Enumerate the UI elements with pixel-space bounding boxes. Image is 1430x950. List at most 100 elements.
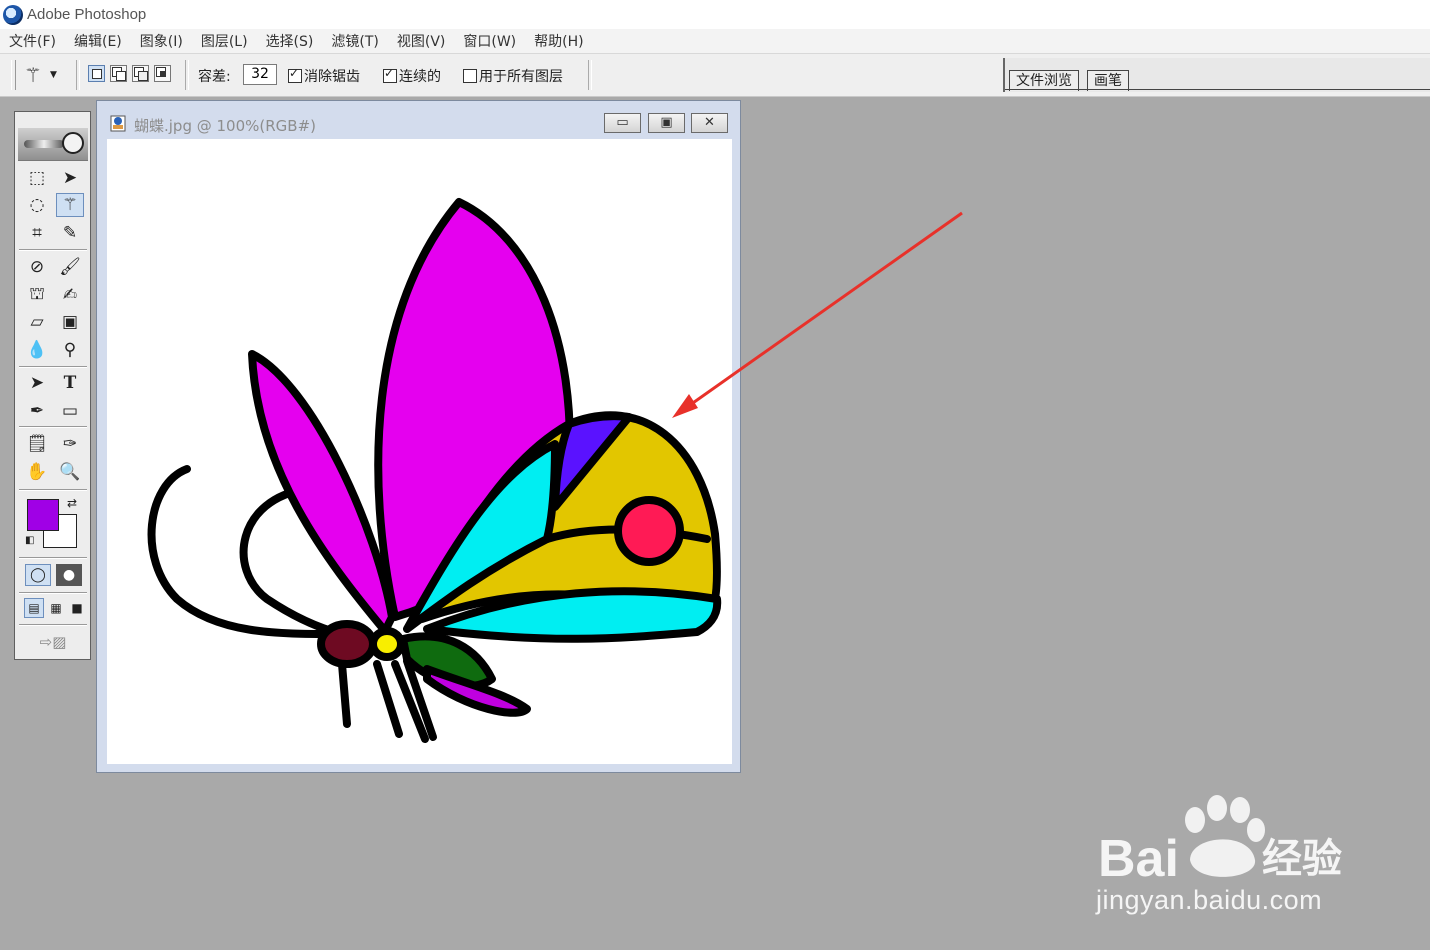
- new-selection-button[interactable]: [88, 65, 105, 82]
- toolbox-separator: [19, 366, 87, 368]
- toolbox-separator: [19, 426, 87, 428]
- close-button[interactable]: ✕: [691, 113, 728, 133]
- lasso-tool[interactable]: ◌: [23, 193, 51, 217]
- type-tool[interactable]: T: [56, 371, 84, 395]
- subtract-from-selection-button[interactable]: [132, 65, 149, 82]
- toolbox-separator: [19, 624, 87, 626]
- document-title-bar[interactable]: 蝴蝶.jpg @ 100%(RGB#) ▭ ▣ ✕: [97, 101, 740, 139]
- history-brush-icon: ✍: [62, 285, 78, 305]
- jump-to-imageready-button[interactable]: ⇨▨: [25, 630, 81, 654]
- menu-select[interactable]: 选择(S): [266, 31, 314, 51]
- document-window: 蝴蝶.jpg @ 100%(RGB#) ▭ ▣ ✕: [96, 100, 741, 773]
- notes-icon: 🗒: [26, 434, 48, 454]
- swap-colors-icon[interactable]: ⇄: [67, 496, 77, 510]
- gradient-icon: ▣: [61, 312, 79, 332]
- blur-tool[interactable]: 💧: [23, 338, 51, 362]
- menu-image[interactable]: 图象(I): [140, 31, 183, 51]
- tab-brushes[interactable]: 画笔: [1087, 70, 1129, 91]
- rectangle-shape-tool[interactable]: ▭: [56, 399, 84, 423]
- bandage-icon: ⊘: [29, 257, 45, 277]
- default-colors-icon[interactable]: ◧: [25, 535, 34, 546]
- palette-well-divider: [1005, 89, 1430, 90]
- brush-tool[interactable]: 🖌: [56, 255, 84, 279]
- toolbox-separator: [19, 557, 87, 559]
- clone-stamp-tool[interactable]: ⛫: [23, 283, 51, 307]
- rectangular-marquee-tool[interactable]: ⬚: [23, 166, 51, 190]
- tolerance-label: 容差:: [198, 69, 231, 85]
- menu-window[interactable]: 窗口(W): [463, 31, 516, 51]
- toolbox-separator: [19, 249, 87, 251]
- watermark-url: jingyan.baidu.com: [1096, 885, 1323, 915]
- tolerance-input[interactable]: [243, 64, 277, 85]
- path-selection-tool[interactable]: ➤: [23, 371, 51, 395]
- hand-tool[interactable]: ✋: [23, 460, 51, 484]
- dodge-tool[interactable]: ⚲: [56, 338, 84, 362]
- move-icon: ➤: [62, 168, 78, 188]
- toolbox-separator: [19, 592, 87, 594]
- options-bar-grip[interactable]: [11, 60, 16, 90]
- water-drop-icon: 💧: [26, 340, 48, 360]
- checkbox-unchecked-icon: [463, 69, 477, 83]
- intersect-selection-button[interactable]: [154, 65, 171, 82]
- full-screen-mode-button[interactable]: ■: [67, 598, 87, 618]
- brush-icon: 🖌: [59, 257, 81, 277]
- baidu-logo-text-jingyan: 经验: [1262, 836, 1342, 882]
- menu-file[interactable]: 文件(F): [9, 31, 56, 51]
- crop-tool[interactable]: ⌗: [23, 221, 51, 245]
- slice-tool[interactable]: ✎: [56, 221, 84, 245]
- eyedropper-tool[interactable]: ✑: [56, 432, 84, 456]
- foreground-color-swatch[interactable]: [27, 499, 59, 531]
- history-brush-tool[interactable]: ✍: [56, 283, 84, 307]
- add-to-selection-button[interactable]: [110, 65, 127, 82]
- baidu-paw-logo-icon: [1185, 795, 1265, 877]
- app-title: Adobe Photoshop: [27, 6, 147, 23]
- anti-alias-checkbox[interactable]: 消除锯齿: [288, 66, 360, 86]
- menu-edit[interactable]: 编辑(E): [74, 31, 122, 51]
- eraser-tool[interactable]: ▱: [23, 310, 51, 334]
- checkbox-checked-icon: [288, 66, 302, 83]
- magic-wand-tool[interactable]: ⚚: [56, 193, 84, 217]
- tool-preset-picker[interactable]: ⚚ ▼: [24, 62, 68, 88]
- close-icon: ✕: [704, 115, 715, 130]
- app-title-bar: Adobe Photoshop: [0, 0, 1430, 29]
- tab-file-browser[interactable]: 文件浏览: [1009, 70, 1079, 91]
- menu-layer[interactable]: 图层(L): [201, 31, 248, 51]
- menu-help[interactable]: 帮助(H): [534, 31, 583, 51]
- contiguous-checkbox[interactable]: 连续的: [383, 66, 441, 86]
- magic-wand-icon: ⚚: [24, 63, 42, 87]
- move-tool[interactable]: ➤: [56, 166, 84, 190]
- eraser-icon: ▱: [30, 312, 44, 332]
- document-title: 蝴蝶.jpg @ 100%(RGB#): [134, 117, 317, 135]
- standard-mode-icon: ◯: [30, 567, 46, 583]
- rectangle-icon: ▭: [61, 401, 79, 421]
- baidu-logo-text-bai: Bai: [1098, 830, 1179, 888]
- full-screen-menu-mode-button[interactable]: ▦: [46, 598, 66, 618]
- maximize-button[interactable]: ▣: [648, 113, 685, 133]
- menu-bar: 文件(F) 编辑(E) 图象(I) 图层(L) 选择(S) 滤镜(T) 视图(V…: [0, 29, 1430, 54]
- separator: [76, 60, 80, 90]
- standard-screen-mode-button[interactable]: ▤: [24, 598, 44, 618]
- butterfly-image: [147, 198, 722, 743]
- use-all-layers-checkbox[interactable]: 用于所有图层: [463, 66, 563, 86]
- menu-filter[interactable]: 滤镜(T): [331, 31, 378, 51]
- use-all-layers-label: 用于所有图层: [479, 69, 563, 85]
- healing-brush-tool[interactable]: ⊘: [23, 255, 51, 279]
- quick-mask-mode-button[interactable]: ●: [56, 564, 82, 586]
- type-icon: T: [63, 373, 77, 393]
- stamp-icon: ⛫: [29, 284, 45, 304]
- feather-icon: [24, 140, 64, 148]
- menu-view[interactable]: 视图(V): [397, 31, 446, 51]
- image-canvas[interactable]: [107, 139, 732, 764]
- gradient-tool[interactable]: ▣: [56, 310, 84, 334]
- quick-mask-icon: ●: [62, 567, 76, 583]
- minimize-button[interactable]: ▭: [604, 113, 641, 133]
- zoom-tool[interactable]: 🔍: [56, 460, 84, 484]
- screen-mode-icon: ■: [71, 601, 83, 615]
- lasso-icon: ◌: [29, 195, 45, 215]
- separator: [185, 60, 189, 90]
- photoshop-logo-icon: [3, 4, 23, 25]
- toolbox-header[interactable]: [18, 128, 88, 161]
- standard-mode-button[interactable]: ◯: [25, 564, 51, 586]
- pen-tool[interactable]: ✒: [23, 399, 51, 423]
- notes-tool[interactable]: 🗒: [23, 432, 51, 456]
